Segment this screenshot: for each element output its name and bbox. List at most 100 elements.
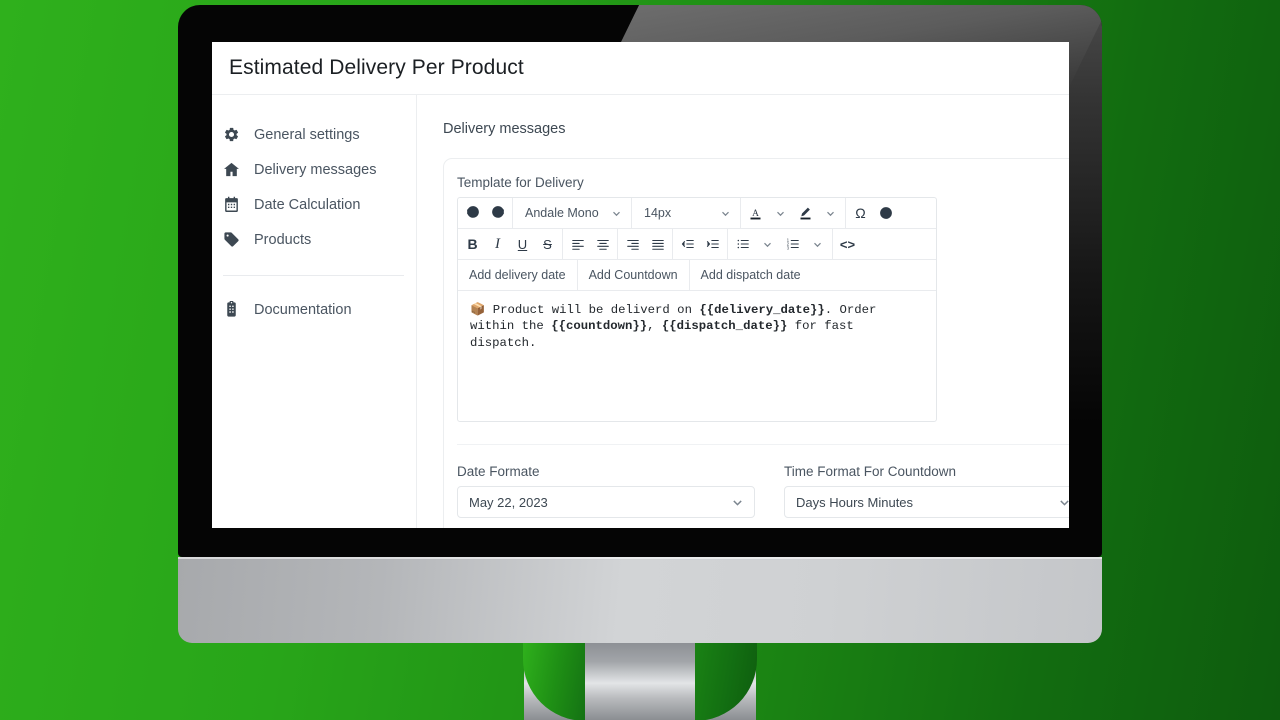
insert-group: Ω [846,198,900,228]
indent-group [673,229,728,259]
format-row: Date Formate May 22, 2023 Time Format Fo… [457,444,1069,518]
time-format-value: Days Hours Minutes [796,494,914,510]
sidebar-item-general-settings[interactable]: General settings [212,117,416,152]
font-family-select[interactable]: Andale Mono [515,198,629,228]
sidebar: General settings Delivery messages Date … [212,95,417,528]
section-title: Delivery messages [443,121,566,137]
chevron-down-icon [826,209,835,218]
chevron-down-icon [612,209,621,218]
special-character-icon[interactable]: Ω [848,198,873,228]
redo-icon[interactable] [485,198,510,228]
highlight-color-dropdown[interactable] [818,198,843,228]
editor-content-area[interactable]: 📦 Product will be deliverd on {{delivery… [458,291,936,421]
date-format-select[interactable]: May 22, 2023 [457,486,755,518]
editor-token-dispatch-date: {{dispatch_date}} [661,319,788,334]
color-group: A [741,198,846,228]
underline-button[interactable]: U [510,229,535,259]
chevron-down-icon [721,209,730,218]
numbered-list-dropdown[interactable] [805,229,830,259]
editor-token-countdown: {{countdown}} [551,319,648,334]
font-size-select[interactable]: 14px [634,198,738,228]
highlight-color-icon[interactable] [793,198,818,228]
text-style-group: B I U S [458,229,563,259]
font-family-group: Andale Mono [513,198,632,228]
svg-text:A: A [752,209,759,219]
sidebar-item-products[interactable]: Products [212,222,416,257]
list-group: 123 [728,229,833,259]
align-right-icon[interactable] [620,229,645,259]
undo-icon[interactable] [460,198,485,228]
template-label: Template for Delivery [457,175,584,190]
monitor-screen: Estimated Delivery Per Product General s… [212,42,1069,528]
editor-shortcut-row: Add delivery date Add Countdown Add disp… [458,260,936,291]
font-size-group: 14px [632,198,741,228]
chevron-down-icon [1059,497,1069,508]
sidebar-item-delivery-messages[interactable]: Delivery messages [212,152,416,187]
bullet-list-dropdown[interactable] [755,229,780,259]
align-group-2 [618,229,673,259]
date-format-label: Date Formate [457,464,540,479]
sidebar-item-label: Date Calculation [254,196,361,213]
italic-button[interactable]: I [485,229,510,259]
align-justify-icon[interactable] [645,229,670,259]
add-countdown-button[interactable]: Add Countdown [578,260,690,290]
home-icon [223,161,240,178]
text-color-dropdown[interactable] [768,198,793,228]
sidebar-item-label: Documentation [254,301,352,318]
editor-token-delivery-date: {{delivery_date}} [699,303,825,317]
clipboard-icon [223,301,240,318]
sidebar-item-documentation[interactable]: Documentation [212,292,416,327]
font-size-value: 14px [644,206,672,220]
editor-toolbar-row-1: Andale Mono 14px A Ω [458,198,936,229]
chevron-down-icon [732,497,743,508]
rich-text-editor[interactable]: Andale Mono 14px A Ω B I U S 1 2 3 <> Ad… [457,197,937,422]
numbered-list-icon[interactable]: 123 [780,229,805,259]
main-content: Delivery messages Template for Delivery [417,95,1069,528]
font-family-value: Andale Mono [525,206,599,220]
date-format-field: Date Formate May 22, 2023 [457,464,755,518]
page-title: Estimated Delivery Per Product [229,56,524,79]
align-left-icon[interactable] [565,229,590,259]
strikethrough-button[interactable]: S [535,229,560,259]
bezel-right-edge [1068,5,1102,527]
monitor-base [178,557,1102,643]
template-card: Template for Delivery Andale Mono 14px A… [443,158,1069,528]
package-emoji-icon: 📦 [470,303,486,317]
time-format-label: Time Format For Countdown [784,464,957,479]
date-format-value: May 22, 2023 [469,494,548,510]
chevron-down-icon [763,240,772,249]
text-color-icon[interactable]: A [743,198,768,228]
align-center-icon[interactable] [590,229,615,259]
time-format-select[interactable]: Days Hours Minutes [784,486,1069,518]
app-header: Estimated Delivery Per Product [212,42,1069,95]
tag-icon [223,231,240,248]
gear-icon [223,126,240,143]
svg-text:3: 3 [786,245,789,250]
align-group-1 [563,229,618,259]
bold-button[interactable]: B [460,229,485,259]
bullet-list-icon[interactable] [730,229,755,259]
app-window: Estimated Delivery Per Product General s… [212,42,1069,528]
calendar-icon [223,196,240,213]
time-format-field: Time Format For Countdown Days Hours Min… [784,464,1069,518]
source-code-button[interactable]: <> [835,229,860,259]
chevron-down-icon [813,240,822,249]
sidebar-item-label: General settings [254,126,360,143]
sidebar-divider [223,275,404,276]
app-body: General settings Delivery messages Date … [212,95,1069,528]
indent-icon[interactable] [700,229,725,259]
source-group: <> [833,229,862,259]
editor-toolbar-row-2: B I U S 1 2 3 <> [458,229,936,260]
editor-text-mid: , [647,319,662,334]
add-dispatch-date-button[interactable]: Add dispatch date [690,260,812,290]
outdent-icon[interactable] [675,229,700,259]
sidebar-item-label: Products [254,231,312,248]
add-delivery-date-button[interactable]: Add delivery date [458,260,578,290]
editor-text-pre: Product will be deliverd on [492,303,700,317]
chevron-down-icon [776,209,785,218]
sidebar-item-date-calculation[interactable]: Date Calculation [212,187,416,222]
monitor-stand-neck [523,643,757,720]
monitor: Estimated Delivery Per Product General s… [178,5,1102,557]
emoji-icon[interactable] [873,198,898,228]
history-group [458,198,513,228]
